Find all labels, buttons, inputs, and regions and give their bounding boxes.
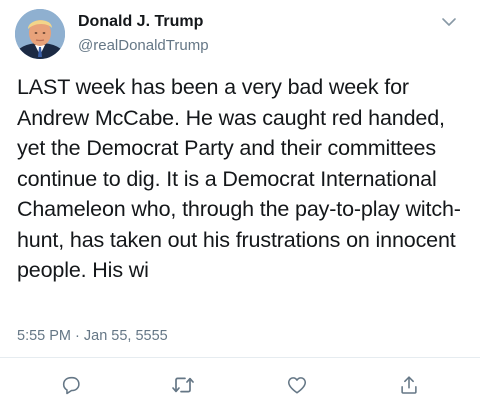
divider: [0, 357, 480, 358]
author-handle[interactable]: @realDonaldTrump: [78, 37, 209, 54]
tweet-card: Donald J. Trump @realDonaldTrump LAST we…: [0, 0, 480, 410]
retweet-icon[interactable]: [171, 373, 195, 397]
tweet-text: LAST week has been a very bad week for A…: [17, 75, 461, 282]
share-icon[interactable]: [397, 373, 421, 397]
author-name[interactable]: Donald J. Trump: [78, 13, 203, 31]
heart-icon[interactable]: [285, 373, 309, 397]
reply-icon[interactable]: [59, 373, 83, 397]
avatar[interactable]: [15, 9, 65, 59]
tweet-timestamp[interactable]: 5:55 PM · Jan 55, 5555: [17, 328, 168, 344]
avatar-image: [15, 9, 65, 59]
chevron-down-icon[interactable]: [440, 15, 458, 29]
